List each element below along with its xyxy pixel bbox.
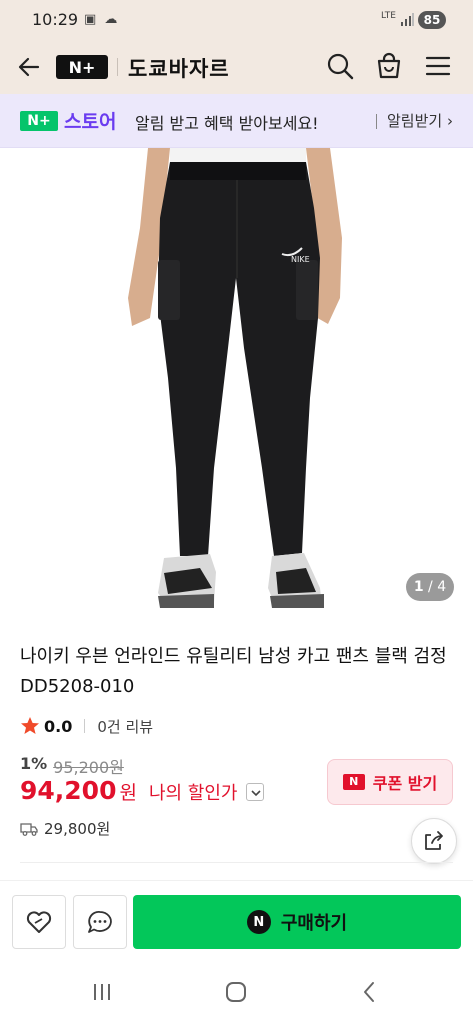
promo-action-label: 알림받기 (387, 112, 443, 130)
original-price: 95,200원 (53, 758, 124, 777)
chevron-down-icon[interactable] (245, 783, 264, 801)
promo-divider (376, 114, 377, 129)
app-header: N+ 도쿄바자르 (0, 40, 473, 94)
section-divider (20, 862, 453, 863)
truck-icon (20, 822, 38, 836)
header-divider (117, 58, 118, 76)
image-total: 4 (437, 579, 447, 595)
product-title: 나이키 우븐 언라인드 유틸리티 남성 카고 팬츠 블랙 검정 DD5208-0… (20, 646, 447, 697)
share-icon (425, 831, 443, 850)
promo-message: 알림 받고 혜택 받아보세요! (135, 114, 319, 133)
star-icon (21, 717, 39, 734)
status-bar: 10:29 ▣ ☁ LTE 85 (0, 0, 473, 40)
sale-price: 94,200 (20, 776, 117, 805)
naver-pay-icon: N (246, 910, 271, 934)
buy-button[interactable]: N 구매하기 (133, 895, 461, 949)
discount-rate: 1% (20, 754, 48, 773)
product-photo-pants: NIKE (128, 148, 342, 608)
price-row: 94,200 원 나의 할인가 (20, 776, 264, 805)
search-icon[interactable] (324, 50, 356, 82)
rating-divider (84, 719, 86, 733)
home-icon[interactable] (222, 980, 250, 1004)
discount-row: 1% 95,200원 (20, 754, 124, 778)
coupon-button-label: 쿠폰 받기 (372, 774, 438, 793)
heart-icon (26, 911, 52, 933)
store-name[interactable]: 도쿄바자르 (128, 53, 230, 83)
network-indicator: LTE (381, 11, 396, 21)
svg-text:NIKE: NIKE (291, 255, 310, 264)
image-counter-separator: / (428, 579, 433, 595)
menu-icon[interactable] (422, 50, 454, 82)
rating-row[interactable]: 0.0 0건 리뷰 (20, 714, 153, 738)
product-image-carousel[interactable]: NIKE (0, 148, 473, 620)
chat-icon (88, 911, 112, 933)
naver-plus-logo-small: N+ (20, 111, 58, 131)
naver-plus-logo[interactable]: N+ (56, 55, 108, 79)
rating-score: 0.0 (44, 716, 73, 736)
image-counter: 1 / 4 (406, 573, 454, 601)
shipping-fee: 29,800원 (44, 820, 111, 838)
wishlist-button[interactable] (12, 895, 66, 949)
shipping-row: 29,800원 (20, 818, 110, 839)
bottom-action-bar: N 구매하기 (0, 880, 473, 960)
coupon-icon: N (342, 774, 365, 790)
notification-promo-banner[interactable]: N+ 스토어 알림 받고 혜택 받아보세요! 알림받기 › (0, 94, 473, 148)
back-arrow-icon[interactable] (14, 52, 44, 82)
share-button[interactable] (411, 818, 457, 864)
buy-button-label: 구매하기 (280, 913, 348, 934)
notification-subscribe-button[interactable]: 알림받기 › (387, 110, 453, 131)
back-nav-icon[interactable] (356, 980, 384, 1004)
logo-text: N+ (68, 57, 96, 77)
signal-icon (401, 13, 414, 26)
review-count[interactable]: 0건 리뷰 (97, 716, 153, 737)
price-unit: 원 (119, 782, 137, 804)
chat-inquiry-button[interactable] (73, 895, 127, 949)
image-current: 1 (413, 579, 424, 595)
system-navigation-bar (0, 960, 473, 1024)
notification-icons: ▣ ☁ (84, 12, 120, 27)
my-discount-price-label[interactable]: 나의 할인가 (149, 779, 238, 805)
promo-logo-text: N+ (27, 113, 51, 129)
promo-store-label: 스토어 (64, 111, 117, 133)
status-time: 10:29 (32, 10, 79, 29)
shopping-bag-icon[interactable] (373, 50, 405, 82)
coupon-download-button[interactable]: N 쿠폰 받기 (327, 759, 453, 805)
battery-indicator: 85 (418, 11, 446, 29)
recent-apps-icon[interactable] (88, 980, 116, 1004)
